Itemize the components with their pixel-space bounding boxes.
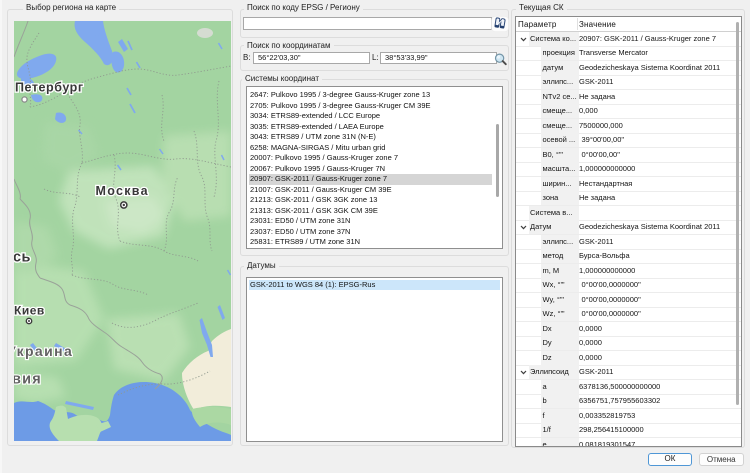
svg-text:вия: вия	[14, 372, 42, 388]
svg-text:Москва: Москва	[96, 184, 149, 198]
svg-text:Киев: Киев	[14, 304, 45, 318]
svg-text:Петербург: Петербург	[15, 81, 84, 95]
svg-text:сь: сь	[14, 250, 31, 266]
svg-text:Украина: Украина	[14, 343, 73, 359]
